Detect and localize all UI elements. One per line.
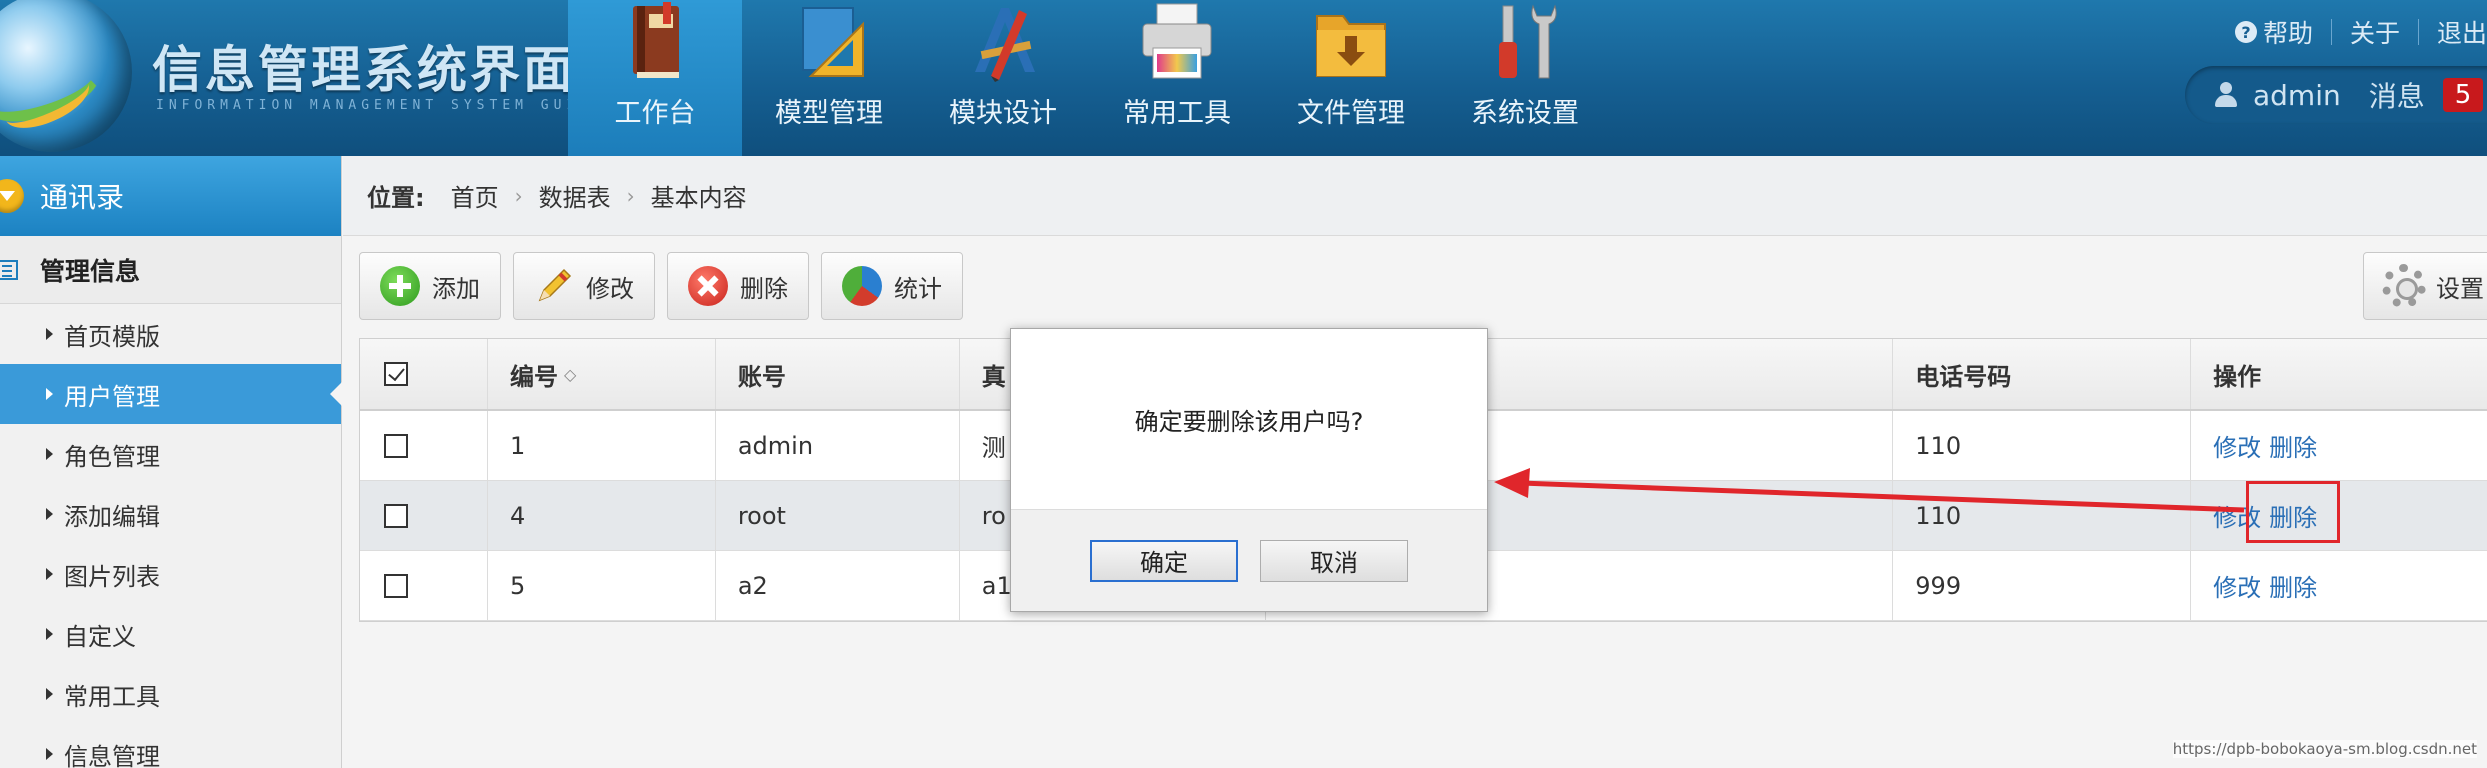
annotation-arrow bbox=[1494, 468, 2245, 513]
app-window: { "app": { "title": "信息管理系统界面", "subtitl… bbox=[0, 0, 2487, 768]
watermark: https://dpb-bobokaoya-sm.blog.csdn.net bbox=[2172, 740, 2477, 758]
